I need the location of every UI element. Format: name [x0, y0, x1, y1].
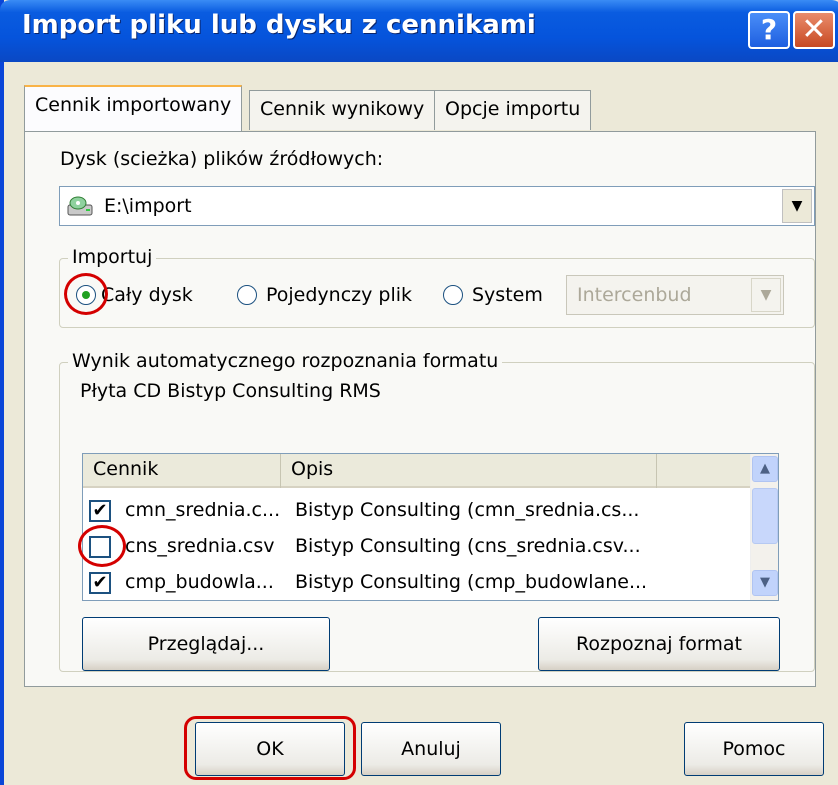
radio-caly-dysk-label: Cały dysk	[101, 284, 193, 306]
chevron-up-icon[interactable]: ▲	[752, 456, 778, 482]
highlight-oval	[64, 273, 108, 315]
system-combo-value: Intercenbud	[577, 284, 692, 306]
tab-opcje-importu[interactable]: Opcje importu	[434, 90, 592, 130]
cell-cennik: cns_srednia.csv	[125, 535, 275, 557]
source-label: Dysk (scieżka) plików źródłowych:	[60, 148, 384, 170]
format-group-title: Wynik automatycznego rozpoznania formatu	[68, 350, 503, 372]
help-button[interactable]: Pomoc	[684, 722, 824, 776]
window-title: Import pliku lub dysku z cennikami	[22, 10, 536, 40]
close-icon[interactable]: ✕	[793, 11, 835, 49]
list-header: Cennik Opis	[83, 454, 751, 488]
disk-drive-icon	[67, 196, 93, 216]
table-row[interactable]: ✔ cmp_budowla... Bistyp Consulting (cmp_…	[83, 566, 751, 600]
source-path-value: E:\import	[104, 195, 192, 217]
highlight-rect	[184, 716, 356, 780]
cell-opis: Bistyp Consulting (cmn_srednia.cs...	[295, 499, 640, 521]
cell-cennik: cmp_budowla...	[125, 571, 274, 593]
radio-pojedynczy-plik-label: Pojedynczy plik	[266, 284, 413, 306]
cell-cennik: cmn_srednia.c...	[125, 499, 281, 521]
system-combo: Intercenbud ▼	[566, 275, 784, 315]
radio-pojedynczy-plik[interactable]	[237, 285, 257, 305]
tab-cennik-importowany[interactable]: Cennik importowany	[24, 85, 243, 131]
vertical-scrollbar[interactable]: ▲ ▼	[750, 454, 778, 600]
import-group-title: Importuj	[68, 246, 157, 268]
row-checkbox[interactable]: ✔	[89, 572, 111, 594]
help-button-label: Pomoc	[722, 738, 786, 760]
close-glyph: ✕	[801, 12, 827, 47]
recognize-format-button[interactable]: Rozpoznaj format	[538, 617, 780, 671]
cell-opis: Bistyp Consulting (cmp_budowlane...	[295, 571, 648, 593]
column-label: Opis	[291, 458, 334, 480]
column-label: Cennik	[93, 458, 159, 480]
scrollbar-thumb[interactable]	[752, 488, 778, 544]
row-checkbox[interactable]: ✔	[89, 500, 111, 522]
title-bar[interactable]: Import pliku lub dysku z cennikami ? ✕	[0, 0, 838, 62]
recognize-format-label: Rozpoznaj format	[576, 633, 742, 655]
help-glyph: ?	[760, 13, 778, 46]
cancel-button[interactable]: Anuluj	[361, 722, 501, 776]
dialog-window: Import pliku lub dysku z cennikami ? ✕ C…	[0, 0, 838, 785]
tab-label: Cennik wynikowy	[260, 98, 425, 120]
chevron-down-icon[interactable]: ▼	[782, 189, 812, 223]
browse-button-label: Przeglądaj...	[147, 633, 265, 655]
column-header-cennik[interactable]: Cennik	[83, 454, 281, 488]
table-row[interactable]: ✔ cmn_srednia.c... Bistyp Consulting (cm…	[83, 494, 751, 530]
cell-opis: Bistyp Consulting (cns_srednia.csv...	[295, 535, 641, 557]
browse-button[interactable]: Przeglądaj...	[82, 617, 330, 671]
format-result: Płyta CD Bistyp Consulting RMS	[80, 380, 381, 402]
source-path-combo[interactable]: E:\import ▼	[59, 186, 815, 226]
table-row[interactable]: cns_srednia.csv Bistyp Consulting (cns_s…	[83, 530, 751, 566]
radio-system-label: System	[472, 284, 543, 306]
help-icon[interactable]: ?	[748, 11, 790, 49]
tab-label: Opcje importu	[445, 98, 581, 120]
radio-system[interactable]	[443, 285, 463, 305]
tab-label: Cennik importowany	[35, 94, 232, 116]
column-header-opis[interactable]: Opis	[281, 454, 657, 488]
cancel-button-label: Anuluj	[401, 738, 461, 760]
chevron-down-icon[interactable]: ▼	[752, 570, 778, 596]
chevron-down-icon: ▼	[751, 278, 781, 312]
tab-cennik-wynikowy[interactable]: Cennik wynikowy	[249, 90, 436, 130]
price-list[interactable]: Cennik Opis ✔ cmn_srednia.c... Bistyp Co…	[82, 453, 779, 601]
highlight-oval	[78, 525, 126, 567]
